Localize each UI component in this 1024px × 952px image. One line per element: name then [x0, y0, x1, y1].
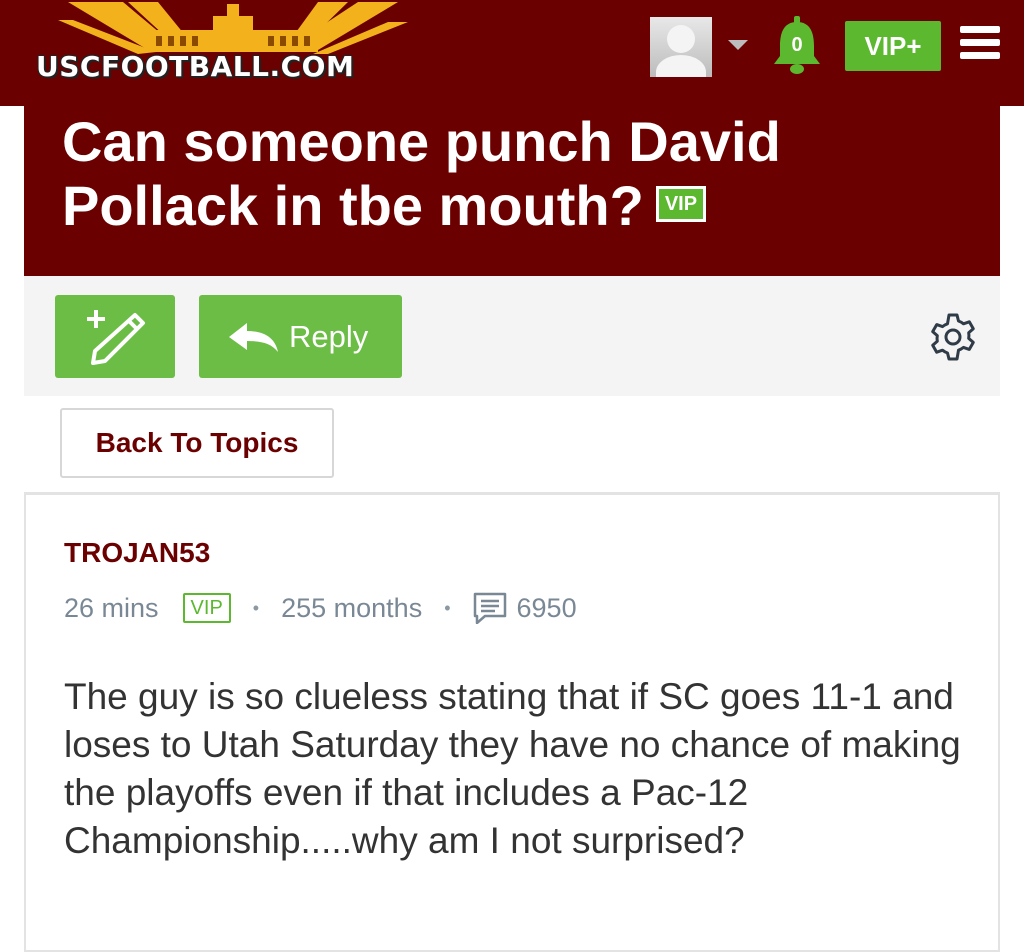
post-card: TROJAN53 26 mins VIP • 255 months • 6950… — [24, 492, 1000, 952]
user-avatar[interactable] — [650, 17, 712, 77]
post-meta: 26 mins VIP • 255 months • 6950 — [64, 591, 577, 625]
post-author[interactable]: TROJAN53 — [64, 537, 210, 569]
top-header: USCFOOTBALL.COM 0 VIP+ — [0, 0, 1024, 106]
member-duration: 255 months — [281, 592, 423, 623]
post-body: The guy is so clueless stating that if S… — [64, 676, 961, 861]
meta-separator: • — [252, 597, 260, 618]
back-to-topics-button[interactable]: Back To Topics — [60, 408, 334, 478]
notification-count: 0 — [791, 34, 803, 56]
thread-toolbar: Reply — [24, 276, 1000, 396]
new-topic-pencil-icon — [87, 310, 145, 365]
hamburger-icon[interactable] — [960, 26, 1000, 60]
new-topic-button[interactable] — [55, 295, 175, 378]
site-logo[interactable]: USCFOOTBALL.COM — [28, 0, 438, 90]
thread-title-banner: Can someone punch David Pollack in tbe m… — [24, 106, 1000, 276]
author-vip-badge: VIP — [182, 593, 231, 623]
notifications-bell[interactable]: 0 — [770, 16, 824, 76]
post-time: 26 mins — [64, 592, 159, 623]
thread-title: Can someone punch David Pollack in tbe m… — [62, 110, 982, 238]
avatar-head-shape — [667, 25, 695, 53]
meta-separator: • — [444, 597, 451, 618]
vip-plus-button[interactable]: VIP+ — [845, 21, 941, 71]
reply-arrow-icon — [229, 323, 278, 352]
post-count: 6950 — [516, 592, 577, 623]
account-dropdown-caret-icon[interactable] — [728, 40, 748, 50]
gear-icon[interactable] — [928, 312, 978, 362]
logo-text: USCFOOTBALL.COM — [36, 50, 355, 83]
title-vip-badge: VIP — [655, 186, 707, 223]
avatar-body-shape — [656, 55, 706, 77]
reply-label: Reply — [289, 319, 369, 354]
reply-button[interactable]: Reply — [199, 295, 402, 378]
message-count-icon — [473, 592, 506, 624]
